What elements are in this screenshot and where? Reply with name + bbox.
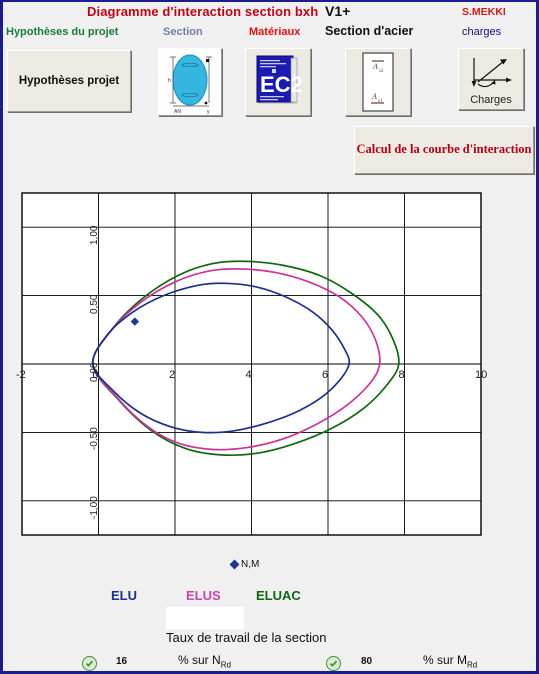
author-label: S.MEKKI — [462, 6, 506, 18]
version-label: V1+ — [325, 3, 351, 19]
check-ok-icon-mrd — [326, 656, 341, 671]
ellipse-section-icon: AN y h — [159, 49, 221, 115]
charges-button-label: Charges — [470, 94, 512, 106]
stat-label-mrd-sub: Rd — [467, 660, 478, 670]
label-section: Section — [163, 26, 203, 38]
chart-canvas — [21, 192, 482, 536]
header-bar: Diagramme d'interaction section bxh V1+ … — [3, 2, 536, 44]
axes-arrows-icon — [471, 58, 512, 88]
x-tick-label-3: 4 — [245, 369, 252, 381]
y-tick-label-0: 1,00 — [88, 225, 100, 246]
calcul-button-label: Calcul de la courbe d'interaction — [356, 142, 532, 157]
hypotheses-projet-button-label: Hypothèses projet — [18, 75, 120, 87]
label-charges: charges — [462, 26, 502, 38]
toolbar: Hypothèses projet AN y h EC2 A s2 A s1 C… — [3, 44, 539, 116]
nm-diamond-icon — [229, 559, 240, 570]
page-title: Diagramme d'interaction section bxh — [87, 4, 319, 19]
svg-text:EC2: EC2 — [260, 72, 303, 97]
status-row: 16 % sur NRd 80 % sur MRd — [3, 652, 539, 674]
check-ok-icon-nrd — [82, 656, 97, 671]
legend-point-nm: N,M — [229, 559, 260, 570]
x-tick-label-5: 8 — [398, 369, 405, 381]
section-acier-button[interactable]: A s2 A s1 — [345, 48, 411, 116]
taux-travail-label: Taux de travail de la section — [166, 630, 327, 645]
label-section-dacier: Section d'acier — [325, 24, 414, 38]
y-tick-label-1: 0,50 — [88, 294, 100, 314]
steel-section-icon: A s2 A s1 — [346, 49, 410, 115]
svg-text:s2: s2 — [379, 69, 384, 74]
hypotheses-projet-button[interactable]: Hypothèses projet — [7, 50, 131, 112]
materiaux-button[interactable]: EC2 — [245, 48, 311, 116]
y-tick-label-2: 0,00 — [88, 362, 100, 382]
legend-nm-label: N,M — [241, 559, 260, 570]
calcul-courbe-interaction-button[interactable]: Calcul de la courbe d'interaction — [354, 126, 534, 174]
x-tick-label-0: -2 — [16, 369, 26, 381]
application-window: Diagramme d'interaction section bxh V1+ … — [0, 0, 539, 674]
y-tick-label-4: -1,00 — [88, 496, 100, 519]
y-tick-label-3: -0,50 — [88, 427, 100, 451]
white-value-box — [166, 607, 244, 629]
x-tick-label-4: 6 — [322, 369, 329, 381]
interaction-diagram-chart: -2 0 2 4 6 8 10 1,00 0,50 0,00 -0,50 -1,00 — [3, 178, 539, 553]
stat-label-mrd-prefix: % sur M — [423, 653, 468, 667]
ec2-book-icon: EC2 — [246, 49, 310, 115]
section-button[interactable]: AN y h — [158, 48, 222, 116]
label-materiaux: Matériaux — [249, 26, 301, 38]
stat-label-mrd: % sur MRd — [423, 653, 477, 669]
svg-text:AN: AN — [174, 109, 181, 115]
x-tick-label-2: 2 — [169, 369, 176, 381]
stat-label-nrd-sub: Rd — [220, 660, 231, 670]
stat-value-nrd: 16 — [116, 656, 128, 667]
svg-text:A: A — [372, 62, 378, 71]
legend-elus: ELUS — [186, 588, 221, 603]
stat-value-mrd: 80 — [361, 656, 373, 667]
legend-elu: ELU — [111, 588, 137, 603]
legend-eluac: ELUAC — [256, 588, 301, 603]
x-tick-label-6: 10 — [475, 369, 488, 381]
charges-button[interactable]: Charges — [458, 48, 524, 110]
svg-text:h: h — [168, 78, 171, 84]
stat-label-nrd-prefix: % sur N — [178, 653, 221, 667]
svg-text:A: A — [371, 92, 377, 101]
stat-label-nrd: % sur NRd — [178, 653, 231, 669]
label-hypotheses-du-projet: Hypothèses du projet — [6, 26, 119, 38]
